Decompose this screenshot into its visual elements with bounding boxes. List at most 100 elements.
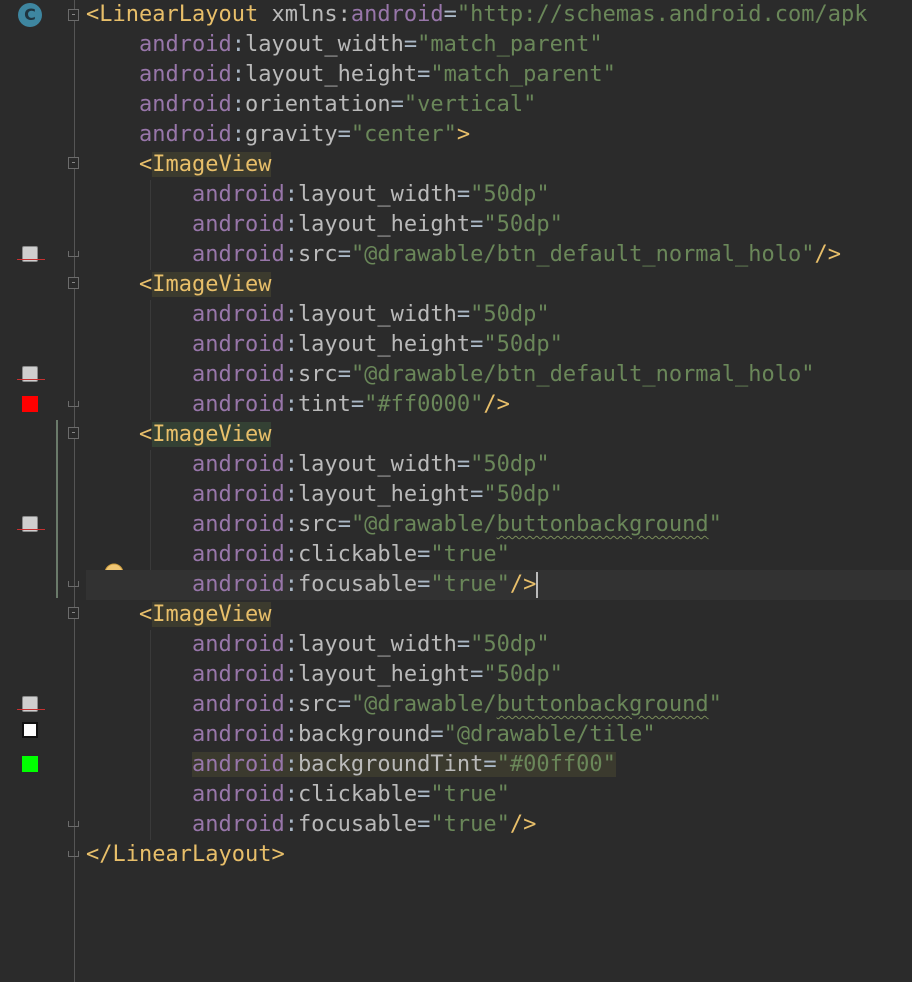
code-line: android:src="@drawable/buttonbackground" bbox=[86, 510, 912, 540]
tag-bracket: /> bbox=[483, 392, 510, 417]
colon: : bbox=[231, 122, 245, 147]
colon: : bbox=[231, 32, 245, 57]
equals: = bbox=[417, 62, 431, 87]
attr-value: "vertical" bbox=[403, 92, 537, 117]
attr-value: "#ff0000" bbox=[364, 392, 484, 417]
attr-value: "#00ff00" bbox=[496, 752, 616, 777]
code-line: android:layout_width="50dp" bbox=[86, 450, 912, 480]
fold-icon[interactable] bbox=[68, 607, 79, 619]
attr-name: xmlns: bbox=[258, 2, 351, 27]
attr-value: "@drawable/ bbox=[350, 692, 497, 717]
fold-icon[interactable] bbox=[68, 9, 79, 21]
tile-preview-icon[interactable] bbox=[22, 722, 38, 738]
colon: : bbox=[284, 812, 298, 837]
fold-icon[interactable] bbox=[68, 157, 79, 169]
tag-bracket: /> bbox=[509, 812, 537, 837]
fold-icon[interactable] bbox=[68, 846, 79, 857]
equals: = bbox=[390, 92, 404, 117]
attr-namespace: android bbox=[138, 92, 232, 117]
tag-bracket: /> bbox=[509, 572, 537, 597]
attr-namespace: android bbox=[191, 392, 285, 417]
code-line: android:layout_height="50dp" bbox=[86, 210, 912, 240]
attr-value: "50dp" bbox=[470, 632, 550, 657]
code-line: android:focusable="true"/> bbox=[86, 810, 912, 840]
attr-name: layout_height bbox=[244, 62, 418, 87]
fold-icon[interactable] bbox=[68, 277, 79, 289]
equals: = bbox=[470, 662, 484, 687]
code-line: android:layout_height="50dp" bbox=[86, 480, 912, 510]
tag-name: LinearLayout bbox=[112, 842, 272, 867]
attr-value: "50dp" bbox=[470, 452, 550, 477]
code-line: android:layout_width="50dp" bbox=[86, 630, 912, 660]
attr-name: src bbox=[297, 512, 338, 537]
colon: : bbox=[284, 362, 298, 387]
fold-icon[interactable] bbox=[68, 816, 79, 827]
attr-value: "http://schemas.android.com/apk bbox=[456, 2, 868, 27]
attr-name: backgroundTint bbox=[297, 752, 484, 777]
image-preview-icon[interactable] bbox=[17, 246, 45, 262]
equals: = bbox=[337, 692, 351, 717]
attr-value: "50dp" bbox=[483, 332, 563, 357]
attr-namespace: android bbox=[191, 572, 285, 597]
fold-icon[interactable] bbox=[68, 396, 79, 407]
code-line: <ImageView bbox=[86, 150, 912, 180]
equals: = bbox=[403, 32, 418, 57]
fold-icon[interactable] bbox=[68, 246, 79, 257]
attr-namespace: android bbox=[191, 362, 285, 387]
colon: : bbox=[231, 62, 245, 87]
code-line: android:layout_width="50dp" bbox=[86, 180, 912, 210]
colon: : bbox=[284, 392, 298, 417]
image-preview-icon[interactable] bbox=[17, 696, 45, 712]
attr-namespace: android bbox=[191, 212, 285, 237]
attr-name: src bbox=[297, 242, 338, 267]
image-preview-icon[interactable] bbox=[17, 366, 45, 382]
gutter-divider bbox=[74, 0, 75, 982]
color-swatch-icon[interactable] bbox=[22, 396, 38, 412]
attr-name: layout_width bbox=[297, 632, 457, 657]
equals: = bbox=[350, 392, 365, 417]
code-line: android:src="@drawable/btn_default_norma… bbox=[86, 240, 912, 270]
color-swatch-icon[interactable] bbox=[22, 756, 38, 772]
attr-value-warning[interactable]: buttonbackground bbox=[497, 692, 709, 717]
colon: : bbox=[284, 692, 298, 717]
attr-value: "@drawable/tile" bbox=[443, 722, 656, 747]
code-line: android:layout_height="50dp" bbox=[86, 330, 912, 360]
attr-namespace: android bbox=[191, 782, 285, 807]
code-editor[interactable]: < LinearLayout xmlns: android = "http://sche… bbox=[86, 0, 912, 982]
code-line: android:orientation="vertical" bbox=[86, 90, 912, 120]
attr-name: focusable bbox=[297, 812, 418, 837]
attr-name: clickable bbox=[297, 782, 418, 807]
attr-name: layout_height bbox=[297, 332, 471, 357]
code-line: </LinearLayout> bbox=[86, 840, 912, 870]
equals: = bbox=[456, 182, 471, 207]
attr-name: src bbox=[297, 692, 338, 717]
code-line: android:background="@drawable/tile" bbox=[86, 720, 912, 750]
code-line: android:layout_height="50dp" bbox=[86, 660, 912, 690]
tag-bracket: < bbox=[138, 152, 153, 177]
fold-icon[interactable] bbox=[68, 427, 79, 439]
equals: = bbox=[337, 362, 351, 387]
attr-value: " bbox=[708, 512, 722, 537]
attr-value-warning[interactable]: buttonbackground bbox=[497, 512, 709, 537]
code-line-current[interactable]: android:focusable="true"/> bbox=[86, 570, 912, 600]
attr-name: focusable bbox=[297, 572, 418, 597]
colon: : bbox=[284, 212, 298, 237]
colon: : bbox=[284, 242, 298, 267]
attr-namespace: android bbox=[191, 542, 285, 567]
equals: = bbox=[456, 632, 471, 657]
equals: = bbox=[483, 752, 497, 777]
attr-value: "true" bbox=[430, 572, 510, 597]
code-line: <LinearLayout xmlns:android="http://sche… bbox=[86, 0, 912, 30]
fold-icon[interactable] bbox=[68, 576, 79, 587]
attr-name: layout_width bbox=[297, 302, 457, 327]
colon: : bbox=[231, 92, 245, 117]
attr-namespace: android bbox=[191, 812, 285, 837]
colon: : bbox=[284, 332, 298, 357]
tag-bracket: < bbox=[86, 2, 100, 27]
class-c-icon[interactable]: C bbox=[18, 3, 42, 27]
attr-value: "50dp" bbox=[470, 302, 550, 327]
tag-bracket: > bbox=[271, 842, 285, 867]
attr-namespace: android bbox=[191, 722, 285, 747]
image-preview-icon[interactable] bbox=[17, 516, 45, 532]
attr-name: gravity bbox=[244, 122, 338, 147]
